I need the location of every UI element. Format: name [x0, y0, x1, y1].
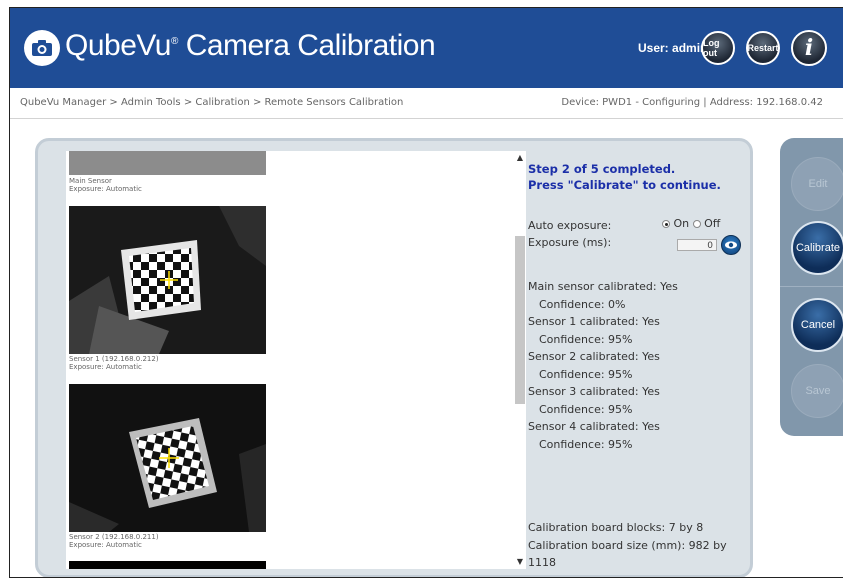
restart-button[interactable]: Restart [746, 31, 780, 65]
calibration-results: Main sensor calibrated: Yes Confidence: … [528, 278, 748, 453]
result-sensor-1-confidence: Confidence: 95% [539, 332, 633, 346]
scroll-down-arrow-icon[interactable]: ▼ [514, 555, 526, 569]
sensor-name: Sensor 1 (192.168.0.212) [69, 355, 159, 363]
app-window: QubeVu® Camera Calibration User: admin L… [9, 7, 843, 578]
calibration-info: Step 2 of 5 completed. Press "Calibrate"… [528, 161, 748, 193]
sensor-exposure: Exposure: Automatic [69, 363, 142, 371]
sensor-exposure: Exposure: Automatic [69, 185, 142, 193]
exposure-input[interactable]: 0 [677, 239, 717, 251]
board-size-cont: 1118 [528, 556, 556, 569]
sensor-list[interactable]: Main Sensor Exposure: Automatic Sensor 1… [66, 151, 526, 569]
exposure-label: Exposure (ms): [528, 236, 612, 249]
result-sensor-2-confidence: Confidence: 95% [539, 367, 633, 381]
main-sensor-image[interactable] [69, 151, 266, 175]
camera-icon [24, 30, 60, 66]
action-panel: Edit Calibrate Cancel Save [780, 138, 843, 436]
sensor-1-image[interactable] [69, 206, 266, 354]
scroll-up-arrow-icon[interactable]: ▲ [514, 151, 526, 165]
result-sensor-4-label: Sensor 4 calibrated: Yes [528, 420, 660, 433]
save-button[interactable]: Save [791, 364, 843, 418]
sensor-list-scrollbar[interactable]: ▲ ▼ [514, 151, 526, 569]
sensor-2-image[interactable] [69, 384, 266, 532]
calibration-panel: Main Sensor Exposure: Automatic Sensor 1… [35, 138, 753, 577]
divider [780, 286, 843, 287]
calibrate-button[interactable]: Calibrate [791, 221, 843, 275]
app-header: QubeVu® Camera Calibration User: admin L… [10, 8, 843, 88]
sensor-caption: Main Sensor Exposure: Automatic [69, 177, 142, 193]
auto-exposure-on-label: On [673, 217, 690, 230]
result-main-confidence: Confidence: 0% [539, 297, 626, 311]
result-sensor-3-confidence: Confidence: 95% [539, 402, 633, 416]
result-sensor-2-label: Sensor 2 calibrated: Yes [528, 350, 660, 363]
result-main-label: Main sensor calibrated: Yes [528, 280, 678, 293]
info-icon[interactable]: i [791, 30, 827, 66]
auto-exposure-on-radio[interactable] [662, 220, 670, 228]
sensor-name: Main Sensor [69, 177, 112, 185]
sensor-3-image[interactable] [69, 561, 266, 569]
auto-exposure-radio-group: On Off [662, 217, 720, 230]
user-label: User: admin [638, 41, 708, 55]
breadcrumb-bar: QubeVu Manager > Admin Tools > Calibrati… [10, 88, 843, 119]
board-size: Calibration board size (mm): 982 by [528, 538, 727, 552]
auto-exposure-off-radio[interactable] [692, 220, 701, 228]
sensor-caption: Sensor 2 (192.168.0.211) Exposure: Autom… [69, 533, 159, 549]
edit-button[interactable]: Edit [791, 157, 843, 211]
eye-icon [725, 241, 737, 249]
cancel-button[interactable]: Cancel [791, 298, 843, 352]
device-status: Device: PWD1 - Configuring | Address: 19… [561, 97, 823, 108]
sensor-caption: Sensor 1 (192.168.0.212) Exposure: Autom… [69, 355, 159, 371]
sensor-exposure: Exposure: Automatic [69, 541, 142, 549]
auto-exposure-off-label: Off [704, 217, 721, 230]
step-status: Step 2 of 5 completed. [528, 162, 676, 176]
breadcrumb: QubeVu Manager > Admin Tools > Calibrati… [20, 97, 404, 108]
board-info: Calibration board blocks: 7 by 8 Calibra… [528, 519, 748, 572]
step-instruction: Press "Calibrate" to continue. [528, 178, 721, 192]
logout-button[interactable]: Log out [701, 31, 735, 65]
scrollbar-thumb[interactable] [515, 236, 525, 404]
app-title: QubeVu® Camera Calibration [65, 29, 436, 62]
result-sensor-3-label: Sensor 3 calibrated: Yes [528, 385, 660, 398]
sensor-name: Sensor 2 (192.168.0.211) [69, 533, 159, 541]
board-blocks: Calibration board blocks: 7 by 8 [528, 521, 704, 534]
result-sensor-4-confidence: Confidence: 95% [539, 437, 633, 451]
result-sensor-1-label: Sensor 1 calibrated: Yes [528, 315, 660, 328]
preview-button[interactable] [721, 235, 741, 255]
auto-exposure-label: Auto exposure: [528, 219, 612, 232]
